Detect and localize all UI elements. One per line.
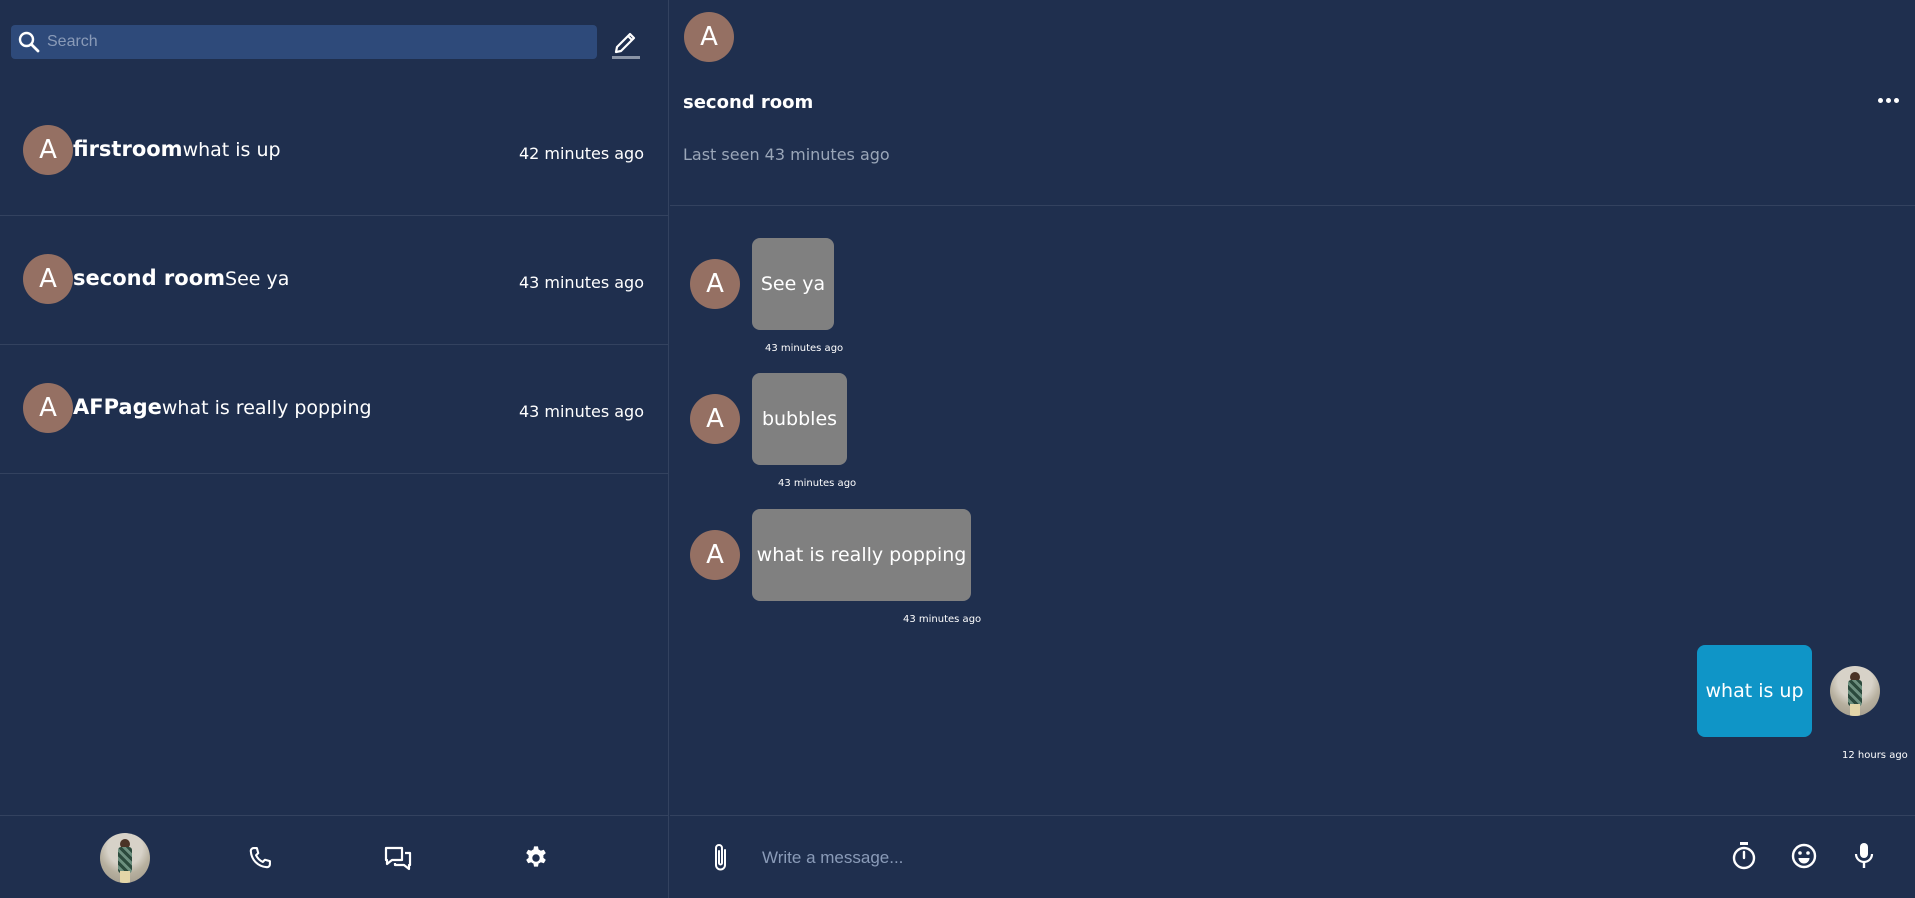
room-last-message: what is up <box>182 139 281 161</box>
room-name: firstroom <box>73 137 183 161</box>
search-input[interactable] <box>41 25 597 59</box>
timer-button[interactable] <box>1730 841 1758 875</box>
paperclip-icon <box>715 844 726 871</box>
message-list: A See ya 43 minutes ago A bubbles 43 min… <box>670 207 1915 814</box>
room-name: AFPage <box>73 395 162 419</box>
more-dots-icon <box>1878 98 1883 103</box>
room-item-firstroom[interactable]: A firstroom what is up 42 minutes ago <box>0 87 669 216</box>
room-list: A firstroom what is up 42 minutes ago A … <box>0 87 669 474</box>
more-options-button[interactable] <box>1878 98 1899 103</box>
attach-button[interactable] <box>710 842 732 878</box>
room-names: second room See ya <box>73 266 289 290</box>
phone-icon <box>249 847 271 869</box>
message-avatar: A <box>690 259 740 309</box>
my-avatar <box>1830 666 1880 716</box>
search-box[interactable] <box>11 25 597 59</box>
chat-avatar[interactable]: A <box>684 12 734 62</box>
room-names: AFPage what is really popping <box>73 395 372 419</box>
voice-button[interactable] <box>1852 841 1876 875</box>
pencil-icon <box>612 32 640 59</box>
chats-button[interactable] <box>372 832 424 884</box>
room-time: 43 minutes ago <box>518 273 644 292</box>
room-last-message: See ya <box>225 268 290 290</box>
message-time: 43 minutes ago <box>778 478 857 489</box>
message-time: 43 minutes ago <box>903 614 982 625</box>
room-names: firstroom what is up <box>73 137 281 161</box>
profile-avatar <box>100 833 150 883</box>
room-item-afpage[interactable]: A AFPage what is really popping 43 minut… <box>0 345 669 474</box>
message-bubble: bubbles <box>752 373 847 465</box>
chat-header: A second room Last seen 43 minutes ago <box>670 0 1915 206</box>
my-message-bubble: what is up <box>1697 645 1812 737</box>
profile-button[interactable] <box>99 832 151 884</box>
message-composer <box>670 815 1915 898</box>
search-icon <box>18 31 40 53</box>
message-bubble: See ya <box>752 238 834 330</box>
room-time: 43 minutes ago <box>518 402 644 421</box>
chat-icon <box>384 846 412 871</box>
room-item-second-room[interactable]: A second room See ya 43 minutes ago <box>0 216 669 345</box>
compose-button[interactable] <box>609 26 643 60</box>
room-avatar: A <box>23 125 73 175</box>
gear-icon <box>526 846 546 867</box>
emoji-button[interactable] <box>1790 841 1818 875</box>
emoji-icon <box>1791 843 1817 869</box>
microphone-icon <box>1854 843 1874 868</box>
room-last-message: what is really popping <box>161 397 372 419</box>
room-avatar: A <box>23 383 73 433</box>
message-avatar: A <box>690 530 740 580</box>
stopwatch-icon <box>1732 842 1756 870</box>
room-time: 42 minutes ago <box>518 144 644 163</box>
last-seen-status: Last seen 43 minutes ago <box>683 145 890 164</box>
chat-title: second room <box>683 92 814 113</box>
message-bubble: what is really popping <box>752 509 971 601</box>
chat-app: A firstroom what is up 42 minutes ago A … <box>0 0 1915 898</box>
calls-button[interactable] <box>234 832 286 884</box>
room-name: second room <box>73 266 226 290</box>
message-time: 43 minutes ago <box>765 343 844 354</box>
message-input[interactable] <box>762 840 1642 876</box>
message-avatar: A <box>690 394 740 444</box>
room-sidebar: A firstroom what is up 42 minutes ago A … <box>0 0 669 898</box>
message-time: 12 hours ago <box>1842 750 1908 761</box>
chat-panel: A second room Last seen 43 minutes ago A… <box>670 0 1915 898</box>
settings-button[interactable] <box>510 832 562 884</box>
bottom-nav <box>0 815 669 898</box>
room-avatar: A <box>23 254 73 304</box>
